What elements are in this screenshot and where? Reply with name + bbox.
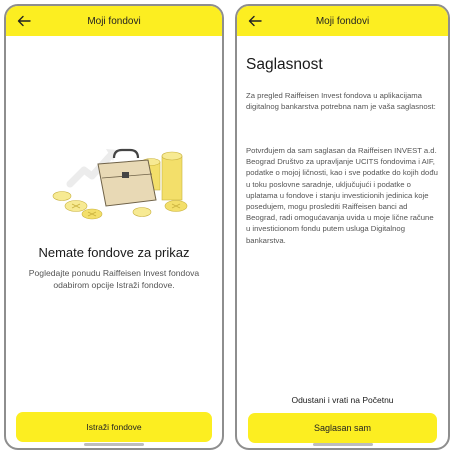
arrow-left-icon[interactable]: [247, 13, 263, 29]
empty-state-description: Pogledajte ponudu Raiffeisen Invest fond…: [28, 268, 200, 290]
my-funds-empty-screen: Moji fondovi Nemate fondove za prikaz Po…: [4, 4, 224, 450]
arrow-left-icon[interactable]: [16, 13, 32, 29]
agree-button[interactable]: Saglasan sam: [248, 413, 437, 443]
consent-title: Saglasnost: [246, 56, 323, 73]
consent-screen: Moji fondovi Saglasnost Za pregled Raiff…: [235, 4, 450, 450]
briefcase-coins-illustration: [52, 148, 188, 220]
home-indicator: [84, 443, 144, 446]
consent-intro-text: Za pregled Raiffeisen Invest fondova u a…: [246, 91, 436, 112]
home-indicator: [312, 443, 373, 446]
cancel-return-home-link[interactable]: Odustani i vrati na Početnu: [237, 395, 448, 405]
page-title: Moji fondovi: [87, 15, 141, 27]
page-title: Moji fondovi: [315, 15, 370, 27]
app-bar: Moji fondovi: [237, 6, 448, 36]
empty-state-title: Nemate fondove za prikaz: [38, 245, 190, 260]
explore-funds-button[interactable]: Istraži fondove: [16, 412, 212, 442]
consent-body-text: Potvrđujem da sam saglasan da Raiffeisen…: [246, 146, 438, 245]
app-bar: Moji fondovi: [6, 6, 222, 36]
